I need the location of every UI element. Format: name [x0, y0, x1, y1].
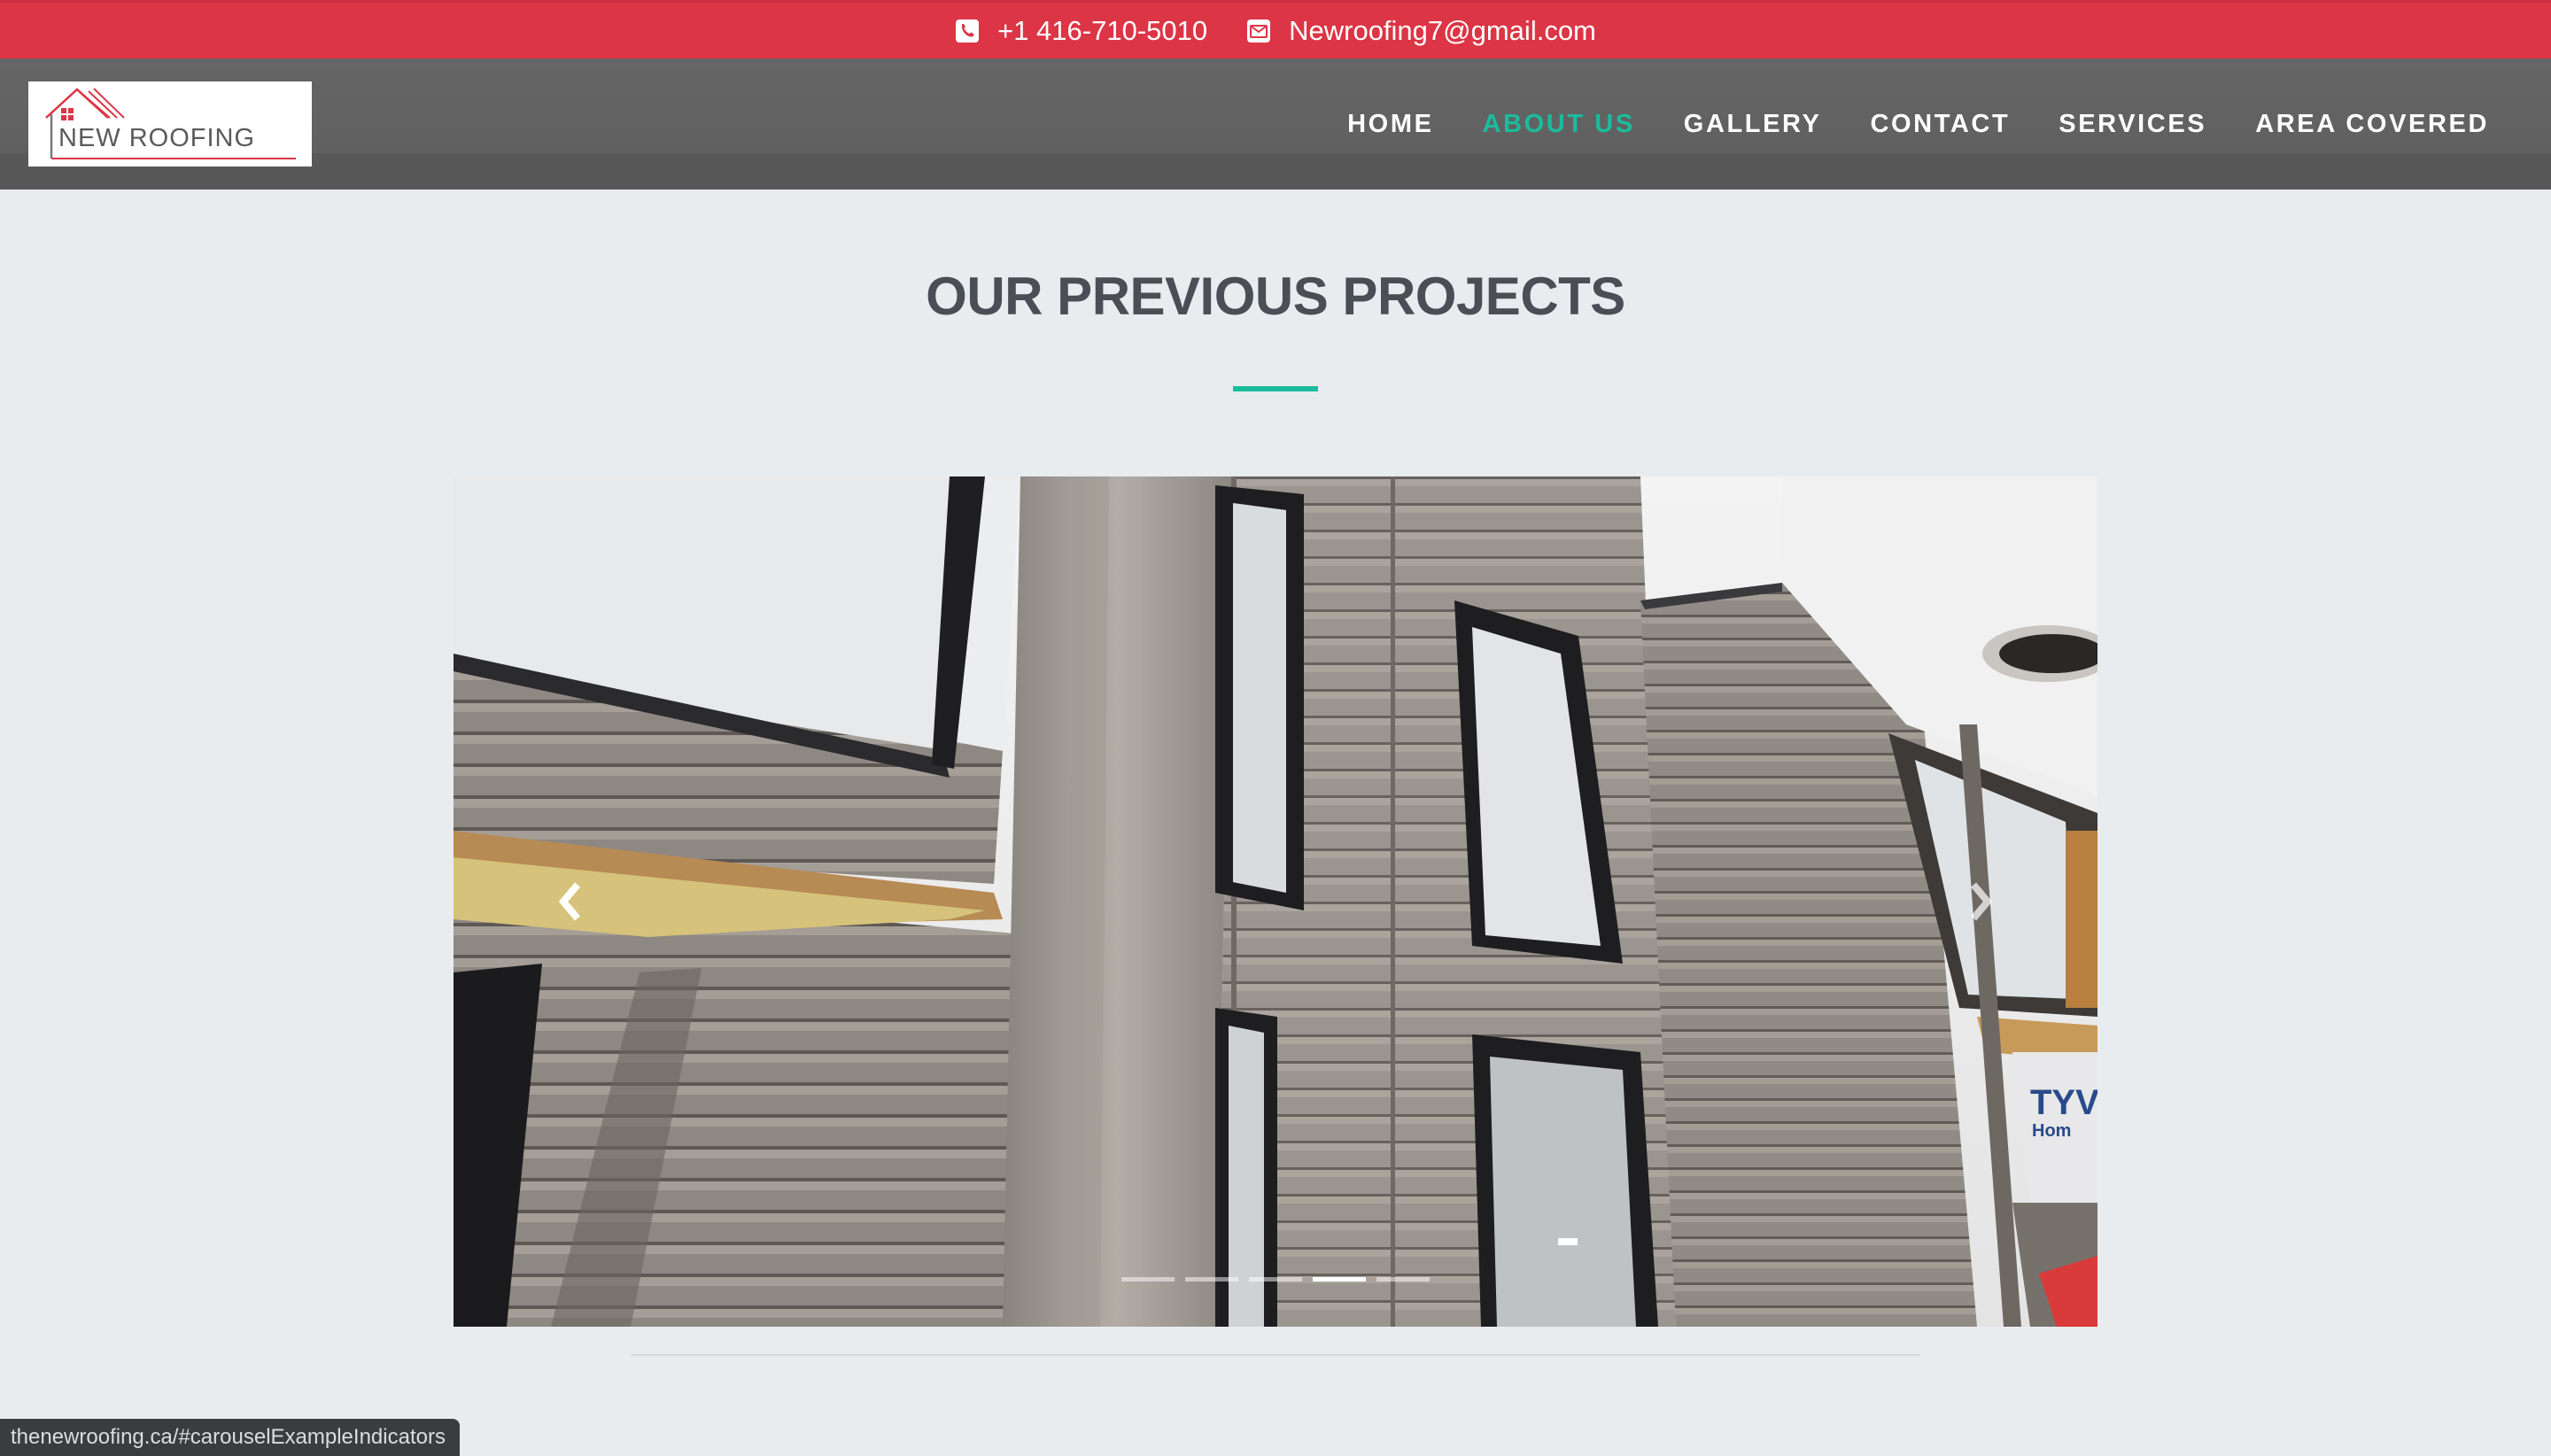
- carousel-next-control[interactable]: [1945, 866, 2016, 937]
- phone-number: +1 416-710-5010: [997, 14, 1208, 46]
- carousel-indicator[interactable]: [1249, 1277, 1302, 1282]
- phone-square-icon: [955, 19, 980, 43]
- section-title: OUR PREVIOUS PROJECTS: [926, 267, 1625, 326]
- svg-text:Hom: Hom: [2032, 1121, 2071, 1141]
- carousel-prev-control[interactable]: [535, 866, 606, 937]
- nav-link-about-us[interactable]: ABOUT US: [1483, 110, 1635, 139]
- carousel-indicators: [1121, 1277, 1430, 1282]
- carousel-indicator[interactable]: [1185, 1277, 1238, 1282]
- main-navbar: NEW ROOFING HOME ABOUT US GALLERY CONTAC…: [0, 58, 2551, 190]
- site-logo[interactable]: NEW ROOFING: [28, 81, 312, 167]
- project-photo: TYV Hom: [454, 476, 2097, 1327]
- carousel-indicator-active[interactable]: [1313, 1277, 1366, 1282]
- nav-menu: HOME ABOUT US GALLERY CONTACT SERVICES A…: [1347, 110, 2489, 139]
- email-address: Newroofing7@gmail.com: [1289, 14, 1596, 46]
- title-accent-divider: [1233, 386, 1318, 391]
- email-contact[interactable]: Newroofing7@gmail.com: [1246, 15, 1596, 47]
- nav-link-contact[interactable]: CONTACT: [1870, 110, 2010, 139]
- carousel-indicator[interactable]: [1121, 1277, 1175, 1282]
- svg-text:TYV: TYV: [2030, 1083, 2097, 1122]
- carousel-indicator[interactable]: [1376, 1277, 1430, 1282]
- top-contact-bar: +1 416-710-5010 Newroofing7@gmail.com: [0, 0, 2551, 58]
- chevron-right-icon: [1963, 879, 1998, 924]
- logo-text: NEW ROOFING: [58, 124, 255, 152]
- envelope-icon: [1246, 19, 1271, 43]
- section-divider: [631, 1354, 1920, 1356]
- nav-link-home[interactable]: HOME: [1347, 110, 1433, 139]
- chevron-left-icon: [553, 879, 588, 924]
- nav-link-gallery[interactable]: GALLERY: [1684, 110, 1822, 139]
- status-url-tooltip: thenewroofing.ca/#carouselExampleIndicat…: [0, 1419, 460, 1456]
- nav-link-services[interactable]: SERVICES: [2059, 110, 2206, 139]
- phone-contact[interactable]: +1 416-710-5010: [955, 15, 1207, 47]
- projects-carousel[interactable]: TYV Hom: [454, 476, 2097, 1327]
- nav-link-area-covered[interactable]: AREA COVERED: [2255, 110, 2489, 139]
